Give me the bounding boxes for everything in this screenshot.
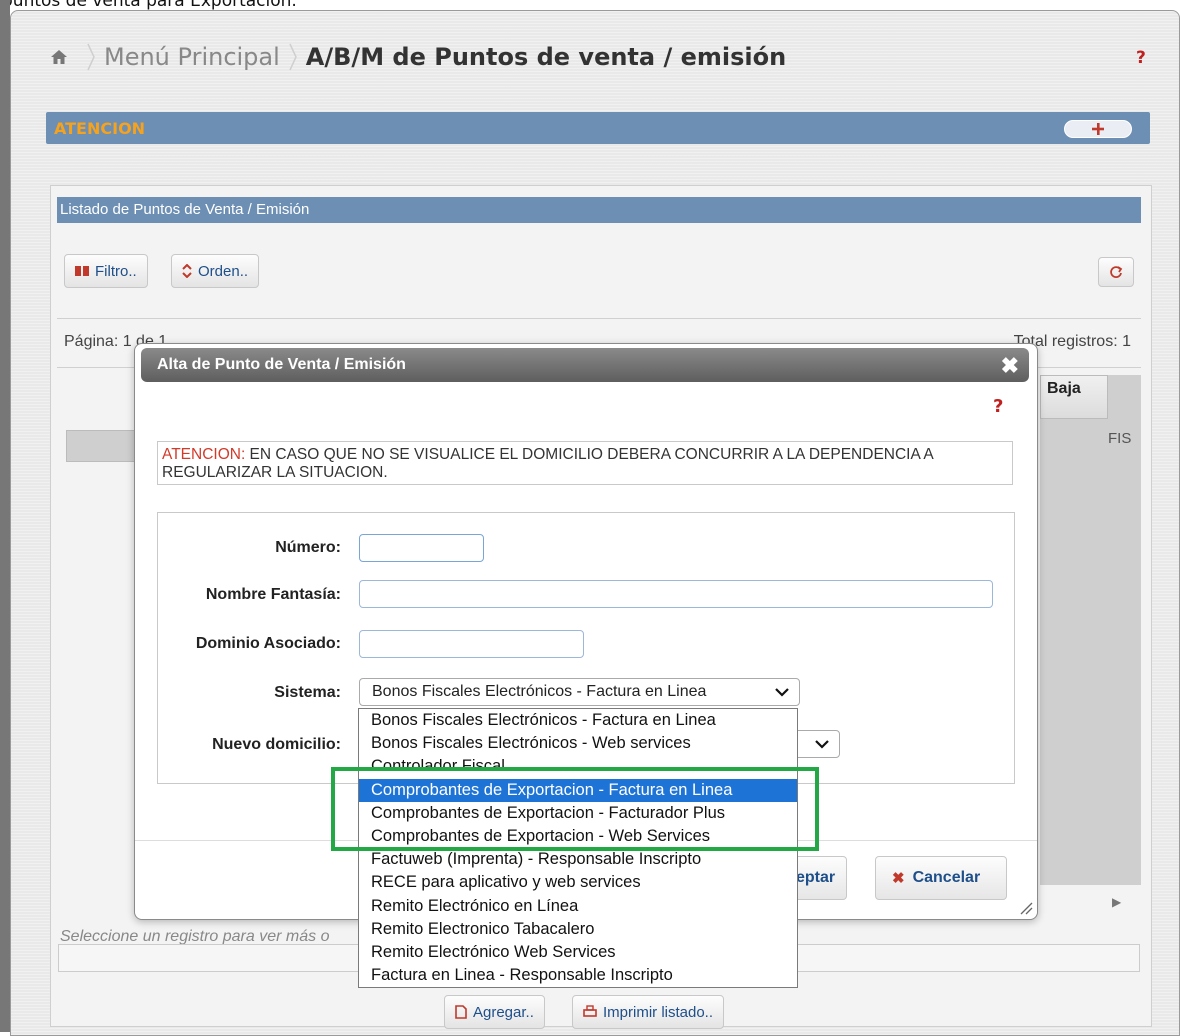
dropdown-option[interactable]: RECE para aplicativo y web services	[359, 871, 797, 894]
help-icon[interactable]: ?	[1136, 48, 1146, 68]
atencion-bar[interactable]: ATENCION	[46, 112, 1150, 144]
home-icon[interactable]	[50, 48, 68, 66]
page-title: A/B/M de Puntos de venta / emisión	[305, 43, 787, 71]
nuevo-domicilio-label: Nuevo domicilio:	[212, 736, 341, 753]
table-row-handle[interactable]	[66, 430, 138, 462]
print-icon	[583, 1005, 597, 1017]
close-icon[interactable]: ✖	[1001, 353, 1019, 379]
numero-input[interactable]	[359, 534, 484, 562]
dropdown-option[interactable]: Controlador Fiscal	[359, 755, 797, 767]
dropdown-option[interactable]: Bonos Fiscales Electrónicos - Web servic…	[359, 732, 797, 755]
table-cell[interactable]: FIS	[1108, 430, 1141, 460]
scroll-right-icon[interactable]: ▶	[1112, 895, 1121, 909]
orden-label: Orden..	[198, 262, 249, 280]
nombre-fantasia-input[interactable]	[359, 580, 993, 608]
chevron-down-icon	[815, 740, 829, 749]
breadcrumb-root[interactable]: Menú Principal	[104, 43, 280, 71]
new-document-icon	[455, 1005, 467, 1019]
breadcrumb-separator-icon	[289, 43, 297, 71]
alert-message: ATENCION: EN CASO QUE NO SE VISUALICE EL…	[157, 441, 1013, 485]
plus-icon	[1092, 123, 1104, 135]
chevron-down-icon	[775, 688, 789, 697]
dialog-titlebar[interactable]: Alta de Punto de Venta / Emisión ✖	[141, 348, 1029, 382]
orden-button[interactable]: Orden..	[171, 254, 260, 288]
alert-prefix: ATENCION:	[162, 446, 246, 463]
book-icon	[75, 266, 89, 276]
alert-text: EN CASO QUE NO SE VISUALICE EL DOMICILIO…	[162, 446, 933, 481]
agregar-label: Agregar..	[473, 1003, 534, 1021]
dialog-title: Alta de Punto de Venta / Emisión	[157, 356, 406, 373]
dominio-label: Dominio Asociado:	[195, 635, 341, 652]
filtro-button[interactable]: Filtro..	[64, 254, 148, 288]
expand-button[interactable]	[1064, 120, 1132, 138]
numero-label: Número:	[275, 539, 341, 556]
dominio-input[interactable]	[359, 630, 584, 658]
imprimir-button[interactable]: Imprimir listado..	[572, 995, 725, 1029]
listado-title: Listado de Puntos de Venta / Emisión	[57, 197, 1141, 223]
dropdown-option[interactable]: Remito Electronico Tabacalero	[359, 918, 797, 941]
sistema-label: Sistema:	[274, 684, 341, 701]
dialog-help-icon[interactable]: ?	[993, 396, 1003, 417]
cancelar-button[interactable]: ✖ Cancelar	[875, 856, 1007, 900]
breadcrumb: Menú Principal A/B/M de Puntos de venta …	[50, 42, 786, 72]
annotation-highlight-box	[331, 767, 819, 851]
filtro-label: Filtro..	[95, 262, 137, 280]
refresh-icon	[1110, 266, 1123, 278]
sistema-value: Bonos Fiscales Electrónicos - Factura en…	[372, 683, 707, 700]
nombre-fantasia-label: Nombre Fantasía:	[205, 586, 341, 603]
dropdown-option[interactable]: Remito Electrónico en Línea	[359, 895, 797, 918]
atencion-label: ATENCION	[54, 119, 146, 138]
window-edge	[0, 0, 10, 1032]
column-header-baja[interactable]: Baja	[1040, 375, 1108, 419]
agregar-button[interactable]: Agregar..	[444, 995, 545, 1029]
cancelar-label: Cancelar	[912, 869, 981, 886]
imprimir-label: Imprimir listado..	[603, 1003, 714, 1021]
dropdown-option[interactable]: Factuweb (Imprenta) - Responsable Inscri…	[359, 848, 797, 871]
cancel-icon: ✖	[892, 870, 905, 887]
sort-icon	[182, 264, 192, 278]
dropdown-option[interactable]: Factura en Linea - Responsable Inscripto	[359, 964, 797, 987]
breadcrumb-separator-icon	[87, 43, 95, 71]
refresh-button[interactable]	[1098, 257, 1134, 287]
dropdown-option[interactable]: Bonos Fiscales Electrónicos - Factura en…	[359, 709, 797, 732]
resize-grip-icon[interactable]	[1017, 899, 1033, 915]
dropdown-option[interactable]: Remito Electrónico Web Services	[359, 941, 797, 964]
sistema-select[interactable]: Bonos Fiscales Electrónicos - Factura en…	[359, 678, 800, 706]
